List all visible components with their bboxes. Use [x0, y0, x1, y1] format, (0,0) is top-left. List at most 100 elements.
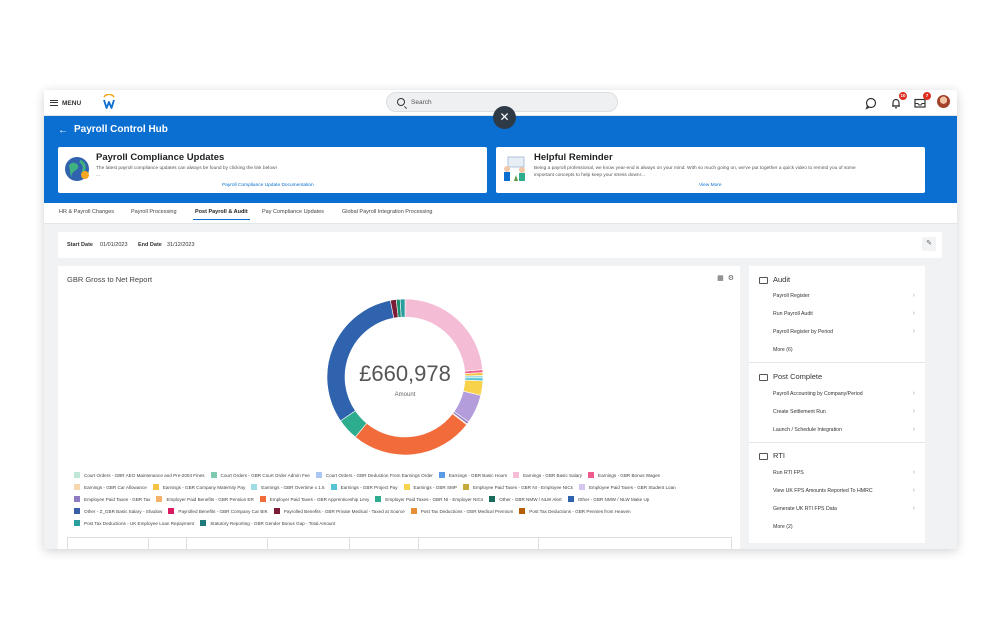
- tab-post-payroll-audit[interactable]: Post Payroll & Audit: [193, 209, 250, 220]
- legend-label: Other - GBR NMW / NLW Make Up: [577, 496, 650, 502]
- legend-item[interactable]: Earnings - GBR Basic Hours: [438, 472, 508, 478]
- link-create-settlement-run[interactable]: Create Settlement Run ›: [773, 408, 919, 415]
- link-payroll-register-by-period[interactable]: Payroll Register by Period ›: [773, 328, 919, 335]
- donut-slice[interactable]: [354, 413, 468, 456]
- legend-item[interactable]: Employee Paid Taxes - GBR NI - Employee …: [462, 484, 573, 490]
- legend-item[interactable]: Court Orders - GBR Deduction From Earnin…: [315, 472, 433, 478]
- link-run-rti-fps[interactable]: Run RTI FPS ›: [773, 469, 919, 476]
- link-view-uk-fps-amounts[interactable]: View UK FPS Amounts Reported To HMRC ›: [773, 487, 919, 494]
- card-title: Helpful Reminder: [534, 152, 613, 163]
- legend-swatch: [588, 472, 595, 478]
- legend-item[interactable]: Other - GBR NMW / NLW Alert: [489, 496, 562, 502]
- legend-item[interactable]: Other - GBR NMW / NLW Make Up: [567, 496, 650, 502]
- link-label: View UK FPS Amounts Reported To HMRC: [773, 488, 873, 494]
- legend-label: Employer Paid Taxes - GBR NI - Employer …: [385, 496, 484, 502]
- legend-item[interactable]: Earnings - GBR Company Maternity Pay: [152, 484, 245, 490]
- legend-item[interactable]: Earnings - GBR Basic Salary: [513, 472, 582, 478]
- legend-item[interactable]: Court Orders - GBR AEO Maintenance and P…: [74, 472, 205, 478]
- legend-swatch: [462, 484, 469, 490]
- edit-pencil-icon[interactable]: ✎: [922, 237, 936, 251]
- close-button[interactable]: ✕: [493, 106, 516, 129]
- legend-label: Court Orders - GBR AEO Maintenance and P…: [84, 472, 205, 478]
- legend-item[interactable]: Post Tax Deductions - UK Employee Loan R…: [74, 520, 194, 526]
- legend-item[interactable]: Employer Paid Benefits - GBR Pension ER: [156, 496, 254, 502]
- worklets-panel: Audit Payroll Register › Run Payroll Audi…: [749, 266, 925, 543]
- donut-slice[interactable]: [399, 298, 406, 318]
- link-generate-uk-rti-fps-data[interactable]: Generate UK RTI FPS Data ›: [773, 505, 919, 512]
- tab-global-payroll-integration[interactable]: Global Payroll Integration Processing: [342, 209, 433, 215]
- legend-item[interactable]: Payrolled Benefits - GBR Company Car BIK: [168, 508, 268, 514]
- chevron-right-icon: ›: [912, 390, 915, 397]
- avatar[interactable]: [937, 95, 950, 108]
- legend-swatch: [74, 520, 80, 526]
- report-title: GBR Gross to Net Report: [67, 275, 153, 284]
- legend-item[interactable]: Earnings - GBR Project Pay: [330, 484, 398, 490]
- legend-swatch: [315, 472, 322, 478]
- tab-pay-compliance-updates[interactable]: Pay Compliance Updates: [262, 209, 324, 215]
- link-payroll-register[interactable]: Payroll Register ›: [773, 292, 919, 299]
- notifications-button[interactable]: 10: [889, 92, 907, 110]
- team-illustration-icon: [504, 156, 525, 181]
- legend-label: Post Tax Deductions - UK Employee Loan R…: [84, 520, 195, 526]
- legend-swatch: [210, 472, 217, 478]
- compliance-documentation-link[interactable]: Payroll Compliance Update Documentation: [222, 183, 314, 188]
- chevron-right-icon: ›: [912, 469, 915, 476]
- legend-item[interactable]: Other - Z_GBR Basic Salary - Shadow: [74, 508, 162, 514]
- menu-button[interactable]: MENU: [50, 96, 81, 110]
- search-input[interactable]: Search: [411, 99, 432, 106]
- report-toolbar: ▦ ⚙: [717, 274, 734, 282]
- legend-label: Earnings - GBR Project Pay: [340, 484, 398, 490]
- link-launch-schedule-integration[interactable]: Launch / Schedule Integration ›: [773, 426, 919, 433]
- legend-item[interactable]: Earnings - GBR Bonus Wages: [588, 472, 660, 478]
- chevron-right-icon: ›: [912, 310, 915, 317]
- start-date-label: Start Date: [67, 242, 93, 248]
- card-text: The latest payroll compliance updates ca…: [96, 166, 277, 171]
- card-text: Being a payroll professional, we know ye…: [534, 166, 856, 171]
- legend-item[interactable]: Employer Paid Taxes - GBR NI - Employer …: [375, 496, 483, 502]
- legend-label: Post Tax Deductions - GBR Pennies from H…: [529, 508, 631, 514]
- legend-label: Earnings - GBR SMP: [413, 484, 457, 490]
- link-more-audit[interactable]: More (6): [773, 347, 919, 353]
- chevron-right-icon: ›: [912, 328, 915, 335]
- gear-icon[interactable]: ⚙: [728, 274, 734, 282]
- close-icon: ✕: [499, 110, 510, 124]
- section-title-rti: RTI: [773, 451, 785, 460]
- legend-item[interactable]: Employer Paid Taxes - GBR Apprenticeship…: [259, 496, 369, 502]
- legend-item[interactable]: Earnings - GBR SMP: [403, 484, 457, 490]
- view-more-link[interactable]: View More: [699, 183, 722, 188]
- link-run-payroll-audit[interactable]: Run Payroll Audit ›: [773, 310, 919, 317]
- legend-item[interactable]: Statutory Reporting - GBR Gender Bonus G…: [200, 520, 335, 526]
- legend-swatch: [156, 496, 163, 502]
- legend-item[interactable]: Post Tax Deductions - GBR Medical Premiu…: [410, 508, 513, 514]
- link-label: Launch / Schedule Integration: [773, 427, 842, 433]
- legend-item[interactable]: Payrolled Benefits - GBR Private Medical…: [273, 508, 405, 514]
- link-more-rti[interactable]: More (2): [773, 524, 919, 530]
- donut-chart[interactable]: £660,978 Amount: [325, 297, 485, 457]
- legend-row: Earnings - GBR Car Allowance Earnings - G…: [74, 484, 682, 490]
- back-arrow-icon[interactable]: ←: [58, 125, 68, 136]
- legend-label: Earnings - GBR Bonus Wages: [598, 472, 660, 478]
- tab-hr-payroll-changes[interactable]: HR & Payroll Changes: [59, 209, 114, 215]
- tab-payroll-processing[interactable]: Payroll Processing: [131, 209, 177, 215]
- legend-swatch: [513, 472, 520, 478]
- chat-icon[interactable]: [864, 96, 878, 110]
- worklet-icon: [759, 453, 768, 460]
- legend-swatch: [259, 496, 266, 502]
- legend-item[interactable]: Earnings - GBR Car Allowance: [74, 484, 147, 490]
- legend-item[interactable]: Court Orders - GBR Court Order Admin Fee: [210, 472, 310, 478]
- workday-logo[interactable]: [102, 94, 116, 110]
- legend-item[interactable]: Post Tax Deductions - GBR Pennies from H…: [519, 508, 631, 514]
- legend-label: Payrolled Benefits - GBR Private Medical…: [283, 508, 405, 514]
- search-icon: [397, 98, 405, 106]
- legend-label: Earnings - GBR Basic Hours: [448, 472, 508, 478]
- divider: [749, 362, 925, 363]
- legend-item[interactable]: Earnings - GBR Overtime x 1.5: [251, 484, 325, 490]
- inbox-button[interactable]: 7: [913, 92, 931, 110]
- legend-item[interactable]: Employee Paid Taxes - GBR Tax: [74, 496, 150, 502]
- link-payroll-accounting[interactable]: Payroll Accounting by Company/Period ›: [773, 390, 919, 397]
- legend-row: Other - Z_GBR Basic Salary - Shadow Payro…: [74, 508, 637, 514]
- legend-item[interactable]: Employee Paid Taxes - GBR Student Loan: [578, 484, 676, 490]
- legend-row: Employee Paid Taxes - GBR Tax Employer Pa…: [74, 496, 655, 502]
- table-view-icon[interactable]: ▦: [717, 274, 724, 282]
- chart-center-value: £660,978: [359, 361, 451, 386]
